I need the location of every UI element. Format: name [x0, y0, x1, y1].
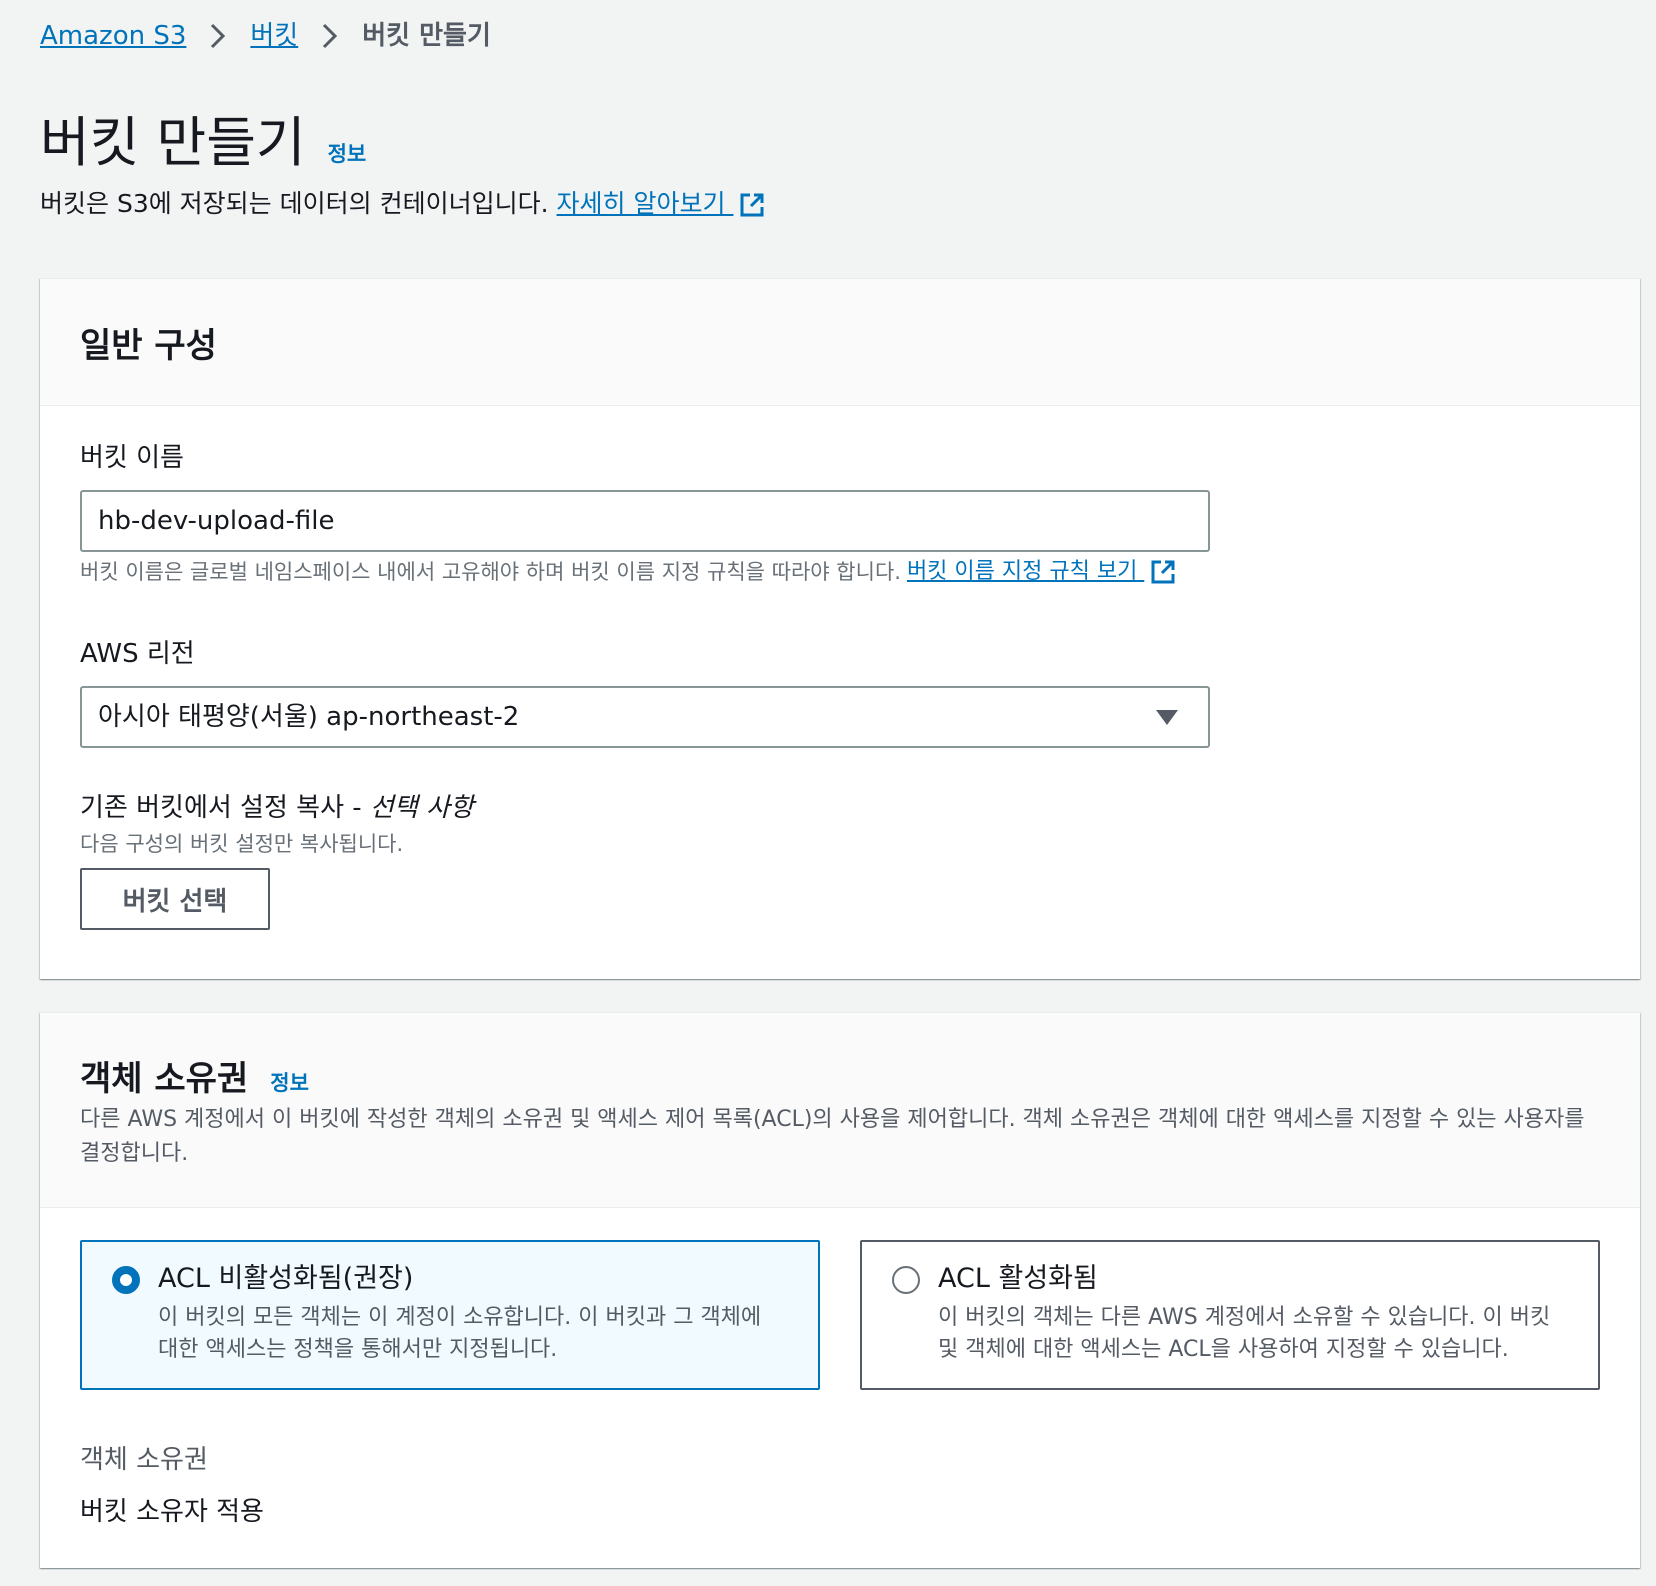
copy-settings-label-text: 기존 버킷에서 설정 복사 - [80, 793, 370, 823]
acl-disabled-option[interactable]: ACL 비활성화됨(권장) 이 버킷의 모든 객체는 이 계정이 소유합니다. … [80, 1240, 820, 1390]
caret-down-icon [1156, 709, 1178, 725]
breadcrumb-amazon-s3[interactable]: Amazon S3 [40, 18, 186, 54]
general-configuration-panel: 일반 구성 버킷 이름 hb-dev-upload-file 버킷 이름은 글로… [40, 278, 1640, 979]
page-header: 버킷 만들기 정보 [40, 108, 366, 178]
object-ownership-description: 다른 AWS 계정에서 이 버킷에 작성한 객체의 소유권 및 액세스 제어 목… [80, 1107, 1585, 1166]
choose-bucket-button[interactable]: 버킷 선택 [80, 868, 270, 930]
learn-more-label: 자세히 알아보기 [556, 189, 726, 218]
object-ownership-title: 객체 소유권 [80, 1059, 249, 1099]
bucket-name-input[interactable]: hb-dev-upload-file [80, 490, 1210, 552]
bucket-name-hint-text: 버킷 이름은 글로벌 네임스페이스 내에서 고유해야 하며 버킷 이름 지정 규… [80, 560, 901, 584]
object-ownership-panel: 객체 소유권 정보 다른 AWS 계정에서 이 버킷에 작성한 객체의 소유권 … [40, 1012, 1640, 1568]
copy-settings-optional: 선택 사항 [369, 793, 474, 823]
object-ownership-header: 객체 소유권 정보 다른 AWS 계정에서 이 버킷에 작성한 객체의 소유권 … [40, 1013, 1640, 1208]
copy-settings-hint: 다음 구성의 버킷 설정만 복사됩니다. [80, 832, 404, 856]
info-link[interactable]: 정보 [328, 138, 367, 168]
chevron-right-icon [298, 22, 362, 50]
bucket-naming-rules-label: 버킷 이름 지정 규칙 보기 [906, 559, 1138, 584]
radio-button-icon[interactable] [112, 1266, 140, 1294]
chevron-right-icon [186, 22, 250, 50]
object-ownership-result-value: 버킷 소유자 적용 [80, 1497, 264, 1527]
acl-disabled-description: 이 버킷의 모든 객체는 이 계정이 소유합니다. 이 버킷과 그 객체에 대한… [158, 1305, 762, 1362]
radio-button-icon[interactable] [892, 1266, 920, 1294]
object-ownership-result-label: 객체 소유권 [80, 1445, 208, 1475]
object-ownership-title-row: 객체 소유권 정보 [80, 1051, 309, 1100]
external-link-icon [740, 193, 764, 217]
object-ownership-body: ACL 비활성화됨(권장) 이 버킷의 모든 객체는 이 계정이 소유합니다. … [40, 1208, 1640, 1568]
bucket-name-hint: 버킷 이름은 글로벌 네임스페이스 내에서 고유해야 하며 버킷 이름 지정 규… [80, 556, 1176, 588]
breadcrumb: Amazon S3 버킷 버킷 만들기 [40, 18, 491, 54]
page-description-text: 버킷은 S3에 저장되는 데이터의 컨테이너입니다. [40, 189, 549, 218]
general-configuration-header: 일반 구성 [40, 279, 1640, 406]
copy-settings-label: 기존 버킷에서 설정 복사 - 선택 사항 [80, 790, 474, 826]
external-link-icon [1151, 560, 1175, 584]
object-ownership-info-link[interactable]: 정보 [270, 1067, 309, 1097]
aws-region-select[interactable]: 아시아 태평양(서울) ap-northeast-2 [80, 686, 1210, 748]
aws-region-label: AWS 리전 [80, 639, 195, 669]
bucket-naming-rules-link[interactable]: 버킷 이름 지정 규칙 보기 [907, 556, 1176, 588]
bucket-name-label: 버킷 이름 [80, 443, 184, 473]
learn-more-link[interactable]: 자세히 알아보기 [557, 186, 766, 222]
breadcrumb-buckets[interactable]: 버킷 [250, 18, 298, 54]
aws-region-value: 아시아 태평양(서울) ap-northeast-2 [98, 702, 520, 732]
breadcrumb-current: 버킷 만들기 [362, 21, 491, 51]
acl-enabled-option[interactable]: ACL 활성화됨 이 버킷의 객체는 다른 AWS 계정에서 소유할 수 있습니… [860, 1240, 1600, 1390]
general-configuration-title: 일반 구성 [80, 325, 217, 366]
acl-enabled-description: 이 버킷의 객체는 다른 AWS 계정에서 소유할 수 있습니다. 이 버킷 및… [938, 1305, 1551, 1362]
page-title: 버킷 만들기 [40, 111, 306, 174]
acl-disabled-title: ACL 비활성화됨(권장) [158, 1263, 414, 1294]
page-description: 버킷은 S3에 저장되는 데이터의 컨테이너입니다. 자세히 알아보기 [40, 186, 765, 222]
acl-enabled-title: ACL 활성화됨 [938, 1263, 1098, 1294]
